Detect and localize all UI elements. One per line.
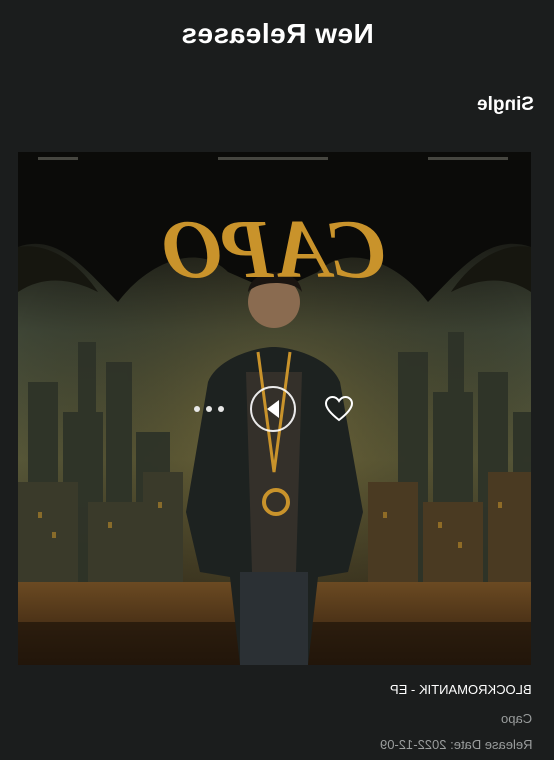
more-dots-icon [194,406,200,412]
play-button[interactable] [250,386,296,432]
release-date-text: Release Date: 2022-12-09 [379,737,533,752]
page-title-text: New Releases [180,18,374,49]
play-icon [267,400,279,418]
favorite-button[interactable] [324,395,354,423]
page-title: New Releases [0,18,554,50]
playback-overlay [194,384,354,434]
heart-outline-icon [324,395,354,422]
cover-title: CAPO [162,203,386,296]
more-dot [218,406,224,412]
album-title[interactable]: BLOCKROMANTIK - EP [390,682,532,697]
release-date: Release Date: 2022-12-09 [380,737,533,752]
more-options-button[interactable] [194,406,230,412]
album-artwork[interactable]: CAPO [18,152,531,665]
section-title-text: Single [476,94,534,115]
artist-name-text: Capo [500,711,532,726]
more-dot [206,406,212,412]
artist-name[interactable]: Capo [501,711,532,726]
section-title: Single [477,94,534,116]
album-title-text: BLOCKROMANTIK - EP [390,682,532,697]
